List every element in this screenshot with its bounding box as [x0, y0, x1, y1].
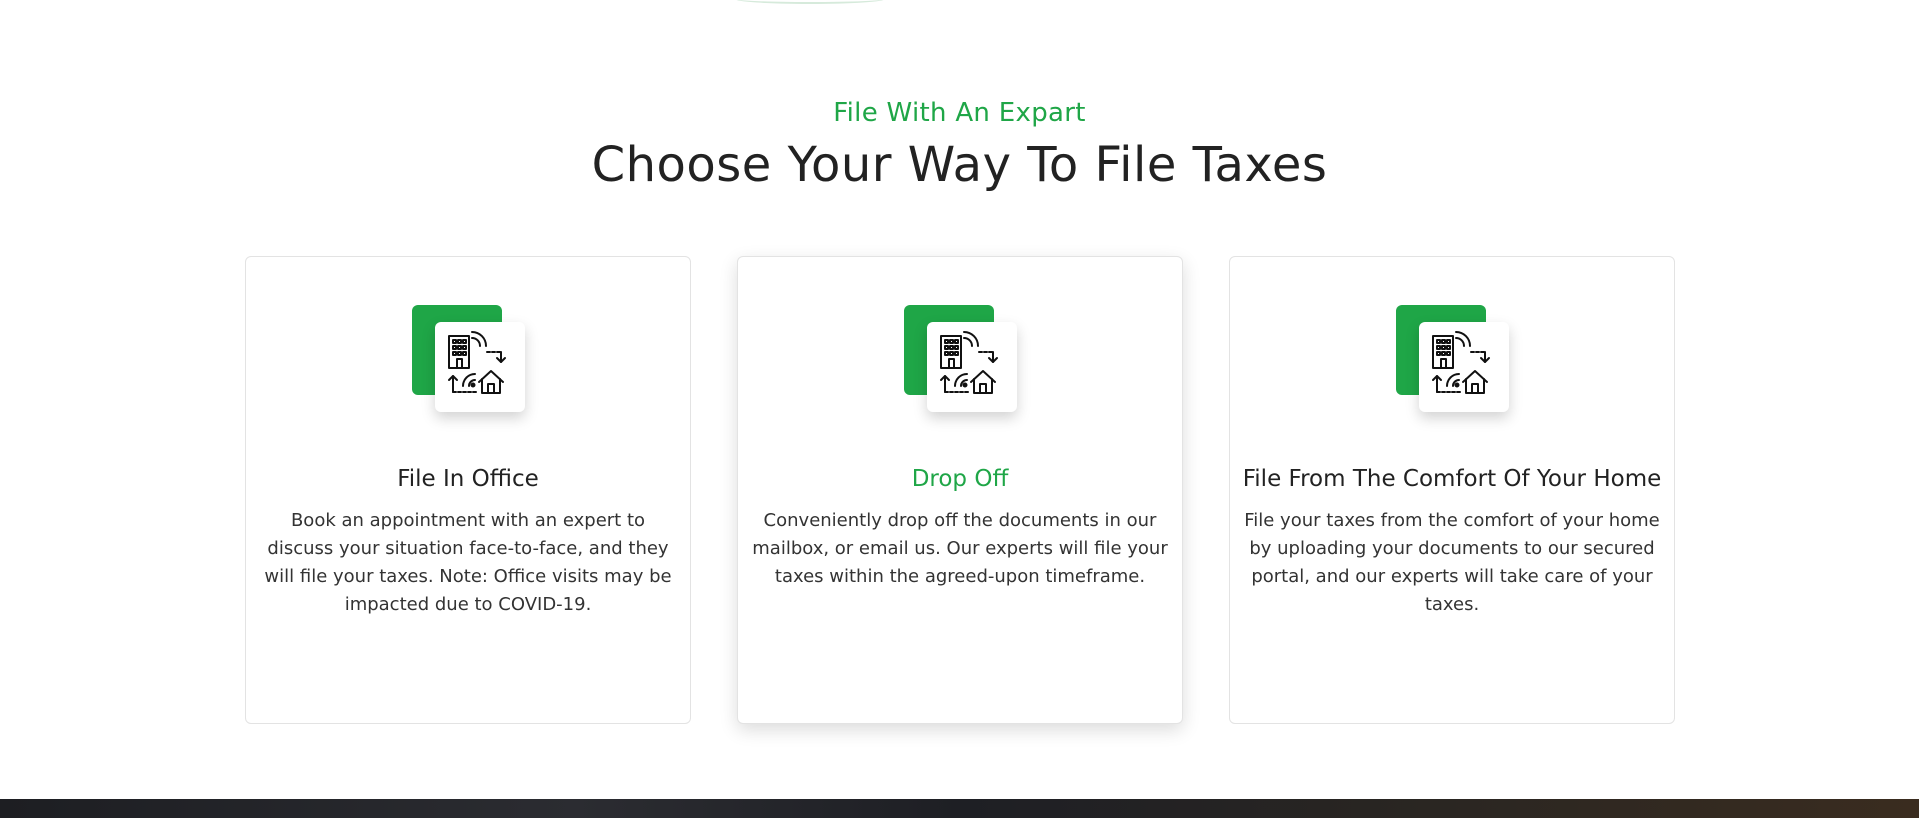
card-description: File your taxes from the comfort of your… — [1244, 510, 1660, 615]
office-to-home-icon — [927, 322, 1017, 412]
office-to-home-icon — [1419, 322, 1509, 412]
next-section-banner-edge — [0, 799, 1919, 818]
office-to-home-icon — [435, 322, 525, 412]
card-title: File In Office — [397, 466, 539, 492]
card-icon-wrap — [904, 305, 1017, 417]
card-icon-wrap — [412, 305, 525, 417]
section-header: File With An Expart Choose Your Way To F… — [0, 94, 1919, 196]
card-title: File From The Comfort Of Your Home — [1242, 466, 1662, 492]
section-title: Choose Your Way To File Taxes — [591, 137, 1328, 193]
card-title: Drop Off — [911, 466, 1009, 492]
service-card-file-in-office[interactable]: File In Office Book an appointment with … — [245, 256, 691, 724]
service-card-file-from-home[interactable]: File From The Comfort Of Your Home File … — [1229, 256, 1675, 724]
card-description: Conveniently drop off the documents in o… — [752, 510, 1168, 587]
service-card-drop-off[interactable]: Drop Off Conveniently drop off the docum… — [737, 256, 1183, 724]
top-divider-arc — [735, 0, 885, 4]
card-description: Book an appointment with an expert to di… — [264, 510, 672, 615]
card-icon-wrap — [1396, 305, 1509, 417]
section-eyebrow: File With An Expart — [833, 98, 1086, 128]
